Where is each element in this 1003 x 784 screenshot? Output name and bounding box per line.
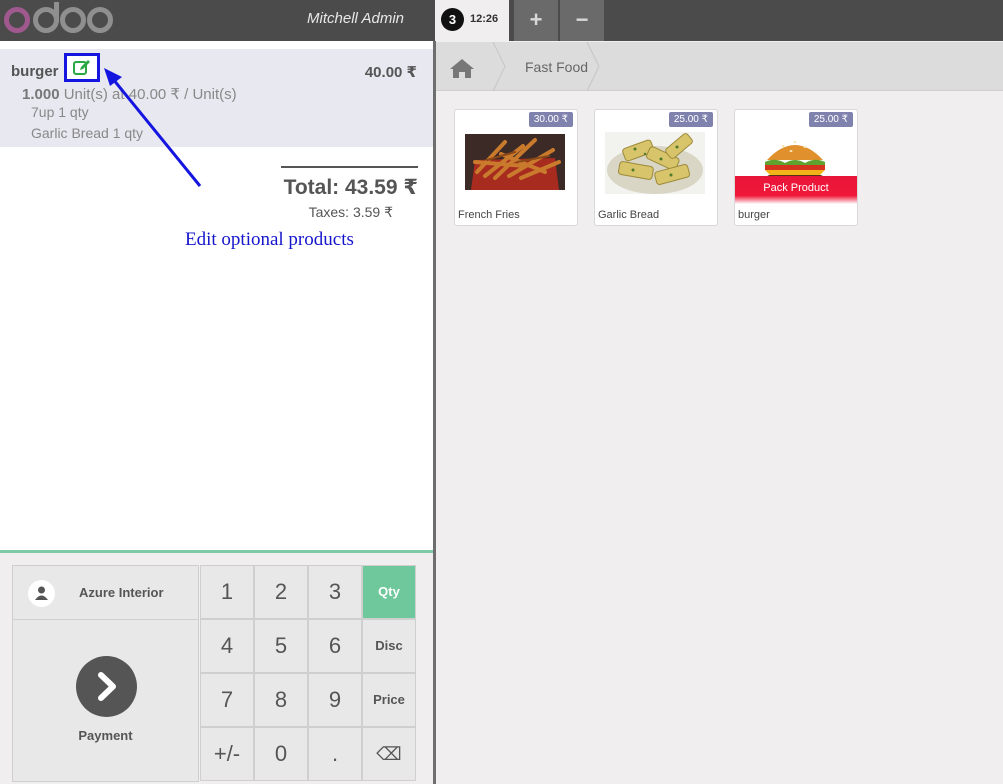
customer-name: Azure Interior xyxy=(79,585,164,600)
garlic-bread-image xyxy=(605,132,705,194)
payment-label: Payment xyxy=(78,728,133,743)
pos-header: Mitchell Admin 3 12:26 + − xyxy=(0,0,1003,41)
product-price-tag: 25.00 ₹ xyxy=(808,112,853,127)
new-order-button[interactable]: + xyxy=(514,0,558,41)
product-name: burger xyxy=(738,209,770,221)
numpad-key-6[interactable]: 6 xyxy=(308,619,362,673)
delete-order-button[interactable]: − xyxy=(560,0,604,41)
home-icon xyxy=(450,59,474,78)
cashier-name[interactable]: Mitchell Admin xyxy=(280,10,404,27)
product-card[interactable]: 25.00 ₹ Pack Product burger xyxy=(734,109,858,226)
product-price-tag: 30.00 ₹ xyxy=(528,112,573,127)
chevron-right-icon xyxy=(76,656,137,717)
odoo-logo xyxy=(4,2,113,33)
mode-qty-button[interactable]: Qty xyxy=(362,565,416,619)
order-time: 12:26 xyxy=(470,13,499,25)
mode-disc-button[interactable]: Disc xyxy=(362,619,416,673)
numpad-area: Azure Interior Payment 1 2 3 Qty 4 5 6 D… xyxy=(0,550,433,784)
breadcrumb-separator xyxy=(492,42,506,91)
product-name: French Fries xyxy=(458,209,520,221)
backspace-icon[interactable]: ⌫ xyxy=(362,727,416,781)
order-number-badge: 3 xyxy=(441,8,464,31)
annotation-arrow xyxy=(104,68,202,187)
order-pane: burger 40.00 ₹ 1.000 Unit(s) at 40.00 ₹ … xyxy=(0,41,433,784)
category-breadcrumb: Fast Food xyxy=(436,42,1003,91)
numpad-key-4[interactable]: 4 xyxy=(200,619,254,673)
product-name: Garlic Bread xyxy=(598,209,660,221)
pack-product-ribbon: Pack Product xyxy=(735,176,857,204)
customer-button[interactable]: Azure Interior xyxy=(12,565,199,620)
numpad-key-1[interactable]: 1 xyxy=(200,565,254,619)
mode-price-button[interactable]: Price xyxy=(362,673,416,727)
product-card[interactable]: 25.00 ₹ Garlic Bread xyxy=(594,109,718,226)
order-tab-selected[interactable]: 3 12:26 xyxy=(435,0,509,41)
numpad-key-9[interactable]: 9 xyxy=(308,673,362,727)
breadcrumb-separator xyxy=(586,42,600,91)
product-pane: Fast Food 30.00 ₹ French Fries 25.00 ₹ G… xyxy=(436,41,1003,784)
numpad-key-7[interactable]: 7 xyxy=(200,673,254,727)
breadcrumb-category[interactable]: Fast Food xyxy=(525,59,588,75)
numpad-key-5[interactable]: 5 xyxy=(254,619,308,673)
numpad-key-2[interactable]: 2 xyxy=(254,565,308,619)
french-fries-image xyxy=(465,134,565,190)
product-card[interactable]: 30.00 ₹ French Fries xyxy=(454,109,578,226)
product-price-tag: 25.00 ₹ xyxy=(668,112,713,127)
numpad-key-dot[interactable]: . xyxy=(308,727,362,781)
numpad-key-8[interactable]: 8 xyxy=(254,673,308,727)
numpad-key-sign[interactable]: +/- xyxy=(200,727,254,781)
user-icon xyxy=(28,580,55,607)
numpad-key-0[interactable]: 0 xyxy=(254,727,308,781)
breadcrumb-home[interactable] xyxy=(436,42,498,91)
numpad-key-3[interactable]: 3 xyxy=(308,565,362,619)
payment-button[interactable]: Payment xyxy=(12,619,199,782)
